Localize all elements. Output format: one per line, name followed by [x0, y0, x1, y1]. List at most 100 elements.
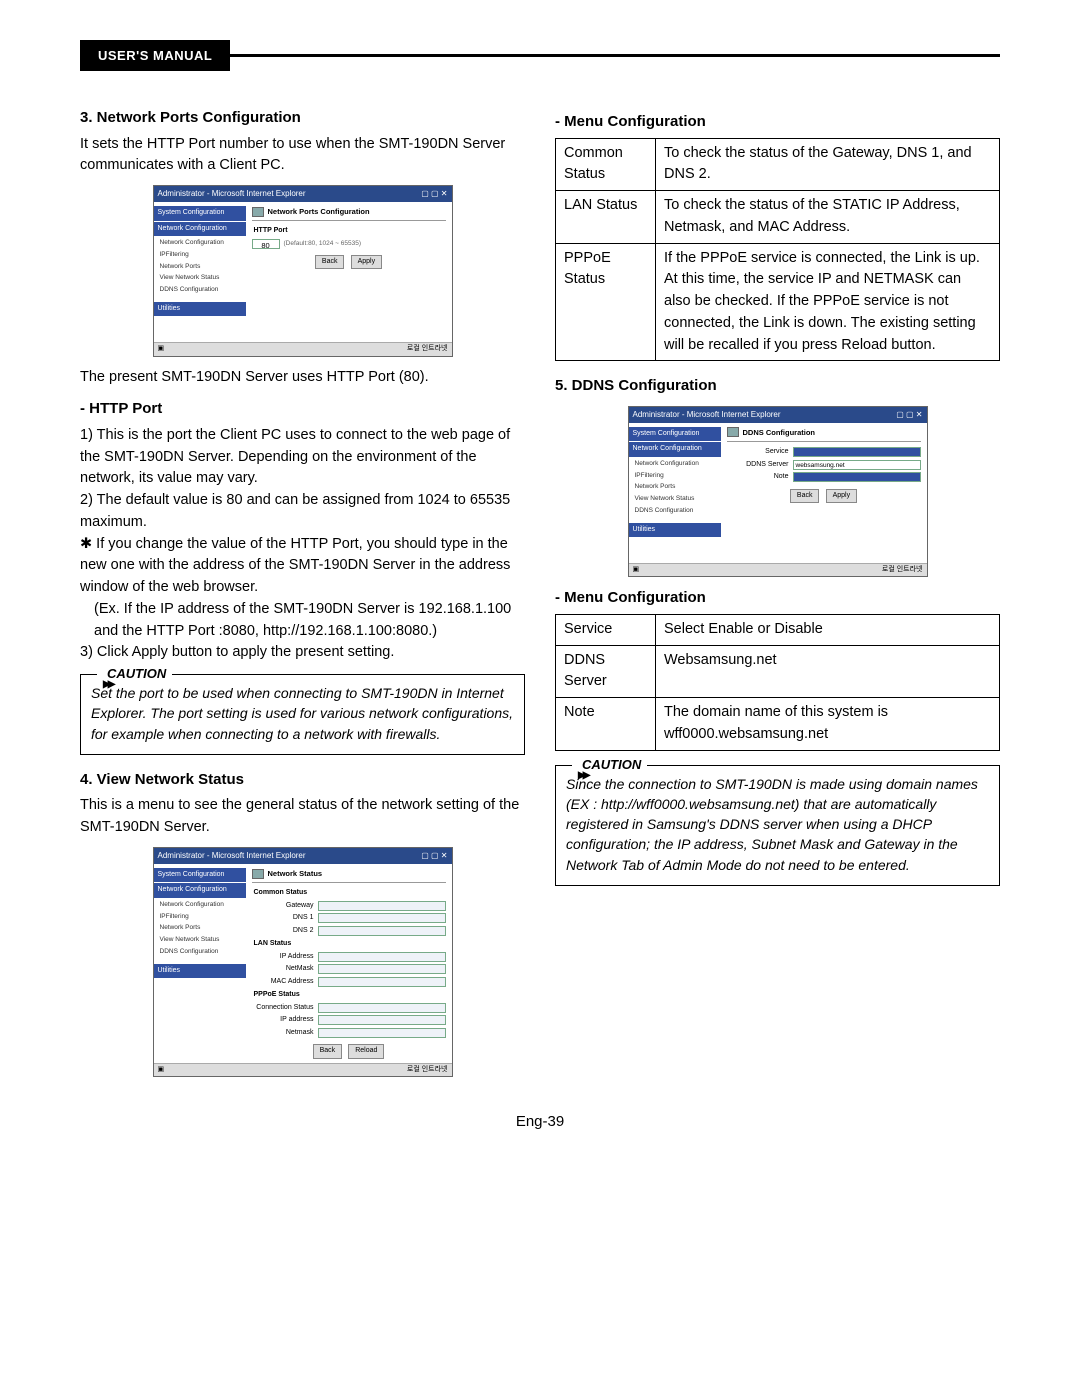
sidebar-sub-status[interactable]: View Network Status	[154, 272, 246, 284]
sidebar-sub-status[interactable]: View Network Status	[154, 934, 246, 946]
table-row: ServiceSelect Enable or Disable	[556, 614, 1000, 645]
http-p3-example: (Ex. If the IP address of the SMT-190DN …	[80, 599, 525, 643]
ss-window-title: Administrator - Microsoft Internet Explo…	[633, 409, 781, 421]
http-port-group: HTTP Port	[254, 226, 446, 237]
sidebar-sub-ports[interactable]: Network Ports	[154, 922, 246, 934]
ss-sidebar: System Configuration Network Configurati…	[154, 864, 246, 1063]
sidebar-item-system[interactable]: System Configuration	[154, 206, 246, 221]
back-button[interactable]: Back	[315, 255, 345, 270]
label-service: Service	[727, 447, 789, 458]
ie-zone: 로컬 인트라넷	[407, 1065, 448, 1076]
http-p1: 1) This is the port the Client PC uses t…	[80, 425, 525, 490]
sidebar-item-network[interactable]: Network Configuration	[629, 442, 721, 457]
table-row: DDNS ServerWebsamsung.net	[556, 645, 1000, 698]
manual-badge: USER'S MANUAL	[80, 40, 230, 71]
label-pnm: Netmask	[252, 1028, 314, 1039]
menu-config-heading-2: - Menu Configuration	[555, 587, 1000, 610]
field-dns2	[318, 926, 446, 936]
sidebar-sub-netconf[interactable]: Network Configuration	[154, 899, 246, 911]
right-column: - Menu Configuration Common StatusTo che…	[555, 101, 1000, 1087]
section-4-intro: This is a menu to see the general status…	[80, 795, 525, 839]
ss-sidebar: System Configuration Network Configurati…	[629, 423, 721, 563]
caution-label: CAUTION	[97, 665, 172, 684]
sidebar-sub-ipfilter[interactable]: IPFiltering	[629, 470, 721, 482]
section-3-afterimg: The present SMT-190DN Server uses HTTP P…	[80, 367, 525, 389]
field-dns1	[318, 913, 446, 923]
window-controls-icon: ▢ ▢ ✕	[896, 409, 922, 421]
group-common: Common Status	[254, 888, 446, 899]
sidebar-sub-ports[interactable]: Network Ports	[629, 481, 721, 493]
field-conn	[318, 1003, 446, 1013]
cell: DDNS Server	[556, 645, 656, 698]
cell: If the PPPoE service is connected, the L…	[656, 243, 1000, 361]
label-dns2: DNS 2	[252, 926, 314, 937]
back-button[interactable]: Back	[313, 1044, 343, 1059]
sidebar-item-system[interactable]: System Configuration	[629, 427, 721, 442]
two-column-layout: 3. Network Ports Configuration It sets t…	[80, 101, 1000, 1087]
menu-config-heading-1: - Menu Configuration	[555, 111, 1000, 134]
field-netmask	[318, 964, 446, 974]
table-row: NoteThe domain name of this system is wf…	[556, 698, 1000, 751]
section-3-intro: It sets the HTTP Port number to use when…	[80, 134, 525, 178]
sidebar-item-network[interactable]: Network Configuration	[154, 222, 246, 237]
service-select[interactable]	[793, 447, 921, 457]
sidebar-sub-ipfilter[interactable]: IPFiltering	[154, 249, 246, 261]
apply-button[interactable]: Apply	[826, 489, 858, 504]
sidebar-sub-ddns[interactable]: DDNS Configuration	[629, 505, 721, 517]
sidebar-item-utilities[interactable]: Utilities	[154, 302, 246, 317]
ss-titlebar: Administrator - Microsoft Internet Explo…	[629, 407, 927, 423]
ie-zone: 로컬 인트라넷	[882, 565, 923, 576]
label-note: Note	[727, 472, 789, 483]
menu-config-table-2: ServiceSelect Enable or Disable DDNS Ser…	[555, 614, 1000, 751]
group-lan: LAN Status	[254, 939, 446, 950]
http-port-input[interactable]: 80	[252, 239, 280, 249]
field-mac	[318, 977, 446, 987]
sidebar-item-utilities[interactable]: Utilities	[629, 523, 721, 538]
back-button[interactable]: Back	[790, 489, 820, 504]
sidebar-sub-netconf[interactable]: Network Configuration	[629, 458, 721, 470]
panel-icon	[727, 427, 739, 437]
caution-body-right: Since the connection to SMT-190DN is mad…	[566, 776, 978, 873]
ss-titlebar: Administrator - Microsoft Internet Explo…	[154, 186, 452, 202]
window-controls-icon: ▢ ▢ ✕	[421, 850, 447, 862]
ddns-server-input[interactable]: websamsung.net	[793, 460, 921, 470]
reload-button[interactable]: Reload	[348, 1044, 384, 1059]
apply-button[interactable]: Apply	[351, 255, 383, 270]
label-mac: MAC Address	[252, 977, 314, 988]
sidebar-item-network[interactable]: Network Configuration	[154, 883, 246, 898]
caution-text-label: CAUTION	[582, 756, 641, 775]
cell: PPPoE Status	[556, 243, 656, 361]
label-ddns-server: DDNS Server	[727, 460, 789, 471]
cell: Service	[556, 614, 656, 645]
panel-title: DDNS Configuration	[743, 427, 816, 438]
screenshot-ddns: Administrator - Microsoft Internet Explo…	[628, 406, 928, 578]
sidebar-sub-ports[interactable]: Network Ports	[154, 261, 246, 273]
sidebar-sub-status[interactable]: View Network Status	[629, 493, 721, 505]
cell: To check the status of the STATIC IP Add…	[656, 191, 1000, 244]
panel-title: Network Ports Configuration	[268, 206, 370, 217]
sidebar-sub-netconf[interactable]: Network Configuration	[154, 237, 246, 249]
ss-titlebar: Administrator - Microsoft Internet Explo…	[154, 848, 452, 864]
sidebar-sub-ddns[interactable]: DDNS Configuration	[154, 284, 246, 296]
cell: Common Status	[556, 138, 656, 191]
header-bar: USER'S MANUAL	[80, 40, 1000, 71]
ie-status-icon: ▣	[633, 565, 640, 576]
label-pip: IP address	[252, 1015, 314, 1026]
page-number: Eng-39	[80, 1113, 1000, 1130]
sidebar-sub-ddns[interactable]: DDNS Configuration	[154, 946, 246, 958]
menu-config-table-1: Common StatusTo check the status of the …	[555, 138, 1000, 362]
panel-icon	[252, 207, 264, 217]
cell: Websamsung.net	[656, 645, 1000, 698]
http-port-note: (Default:80, 1024 ~ 65535)	[284, 239, 362, 249]
ie-status-icon: ▣	[158, 1065, 165, 1076]
panel-title: Network Status	[268, 868, 323, 879]
screenshot-network-status: Administrator - Microsoft Internet Explo…	[153, 847, 453, 1077]
cell: To check the status of the Gateway, DNS …	[656, 138, 1000, 191]
panel-icon	[252, 869, 264, 879]
sidebar-sub-ipfilter[interactable]: IPFiltering	[154, 911, 246, 923]
ss-main-panel: Network Status Common Status Gateway DNS…	[246, 864, 452, 1063]
sidebar-item-utilities[interactable]: Utilities	[154, 964, 246, 979]
sidebar-item-system[interactable]: System Configuration	[154, 868, 246, 883]
ss-window-title: Administrator - Microsoft Internet Explo…	[158, 188, 306, 200]
cell: Select Enable or Disable	[656, 614, 1000, 645]
